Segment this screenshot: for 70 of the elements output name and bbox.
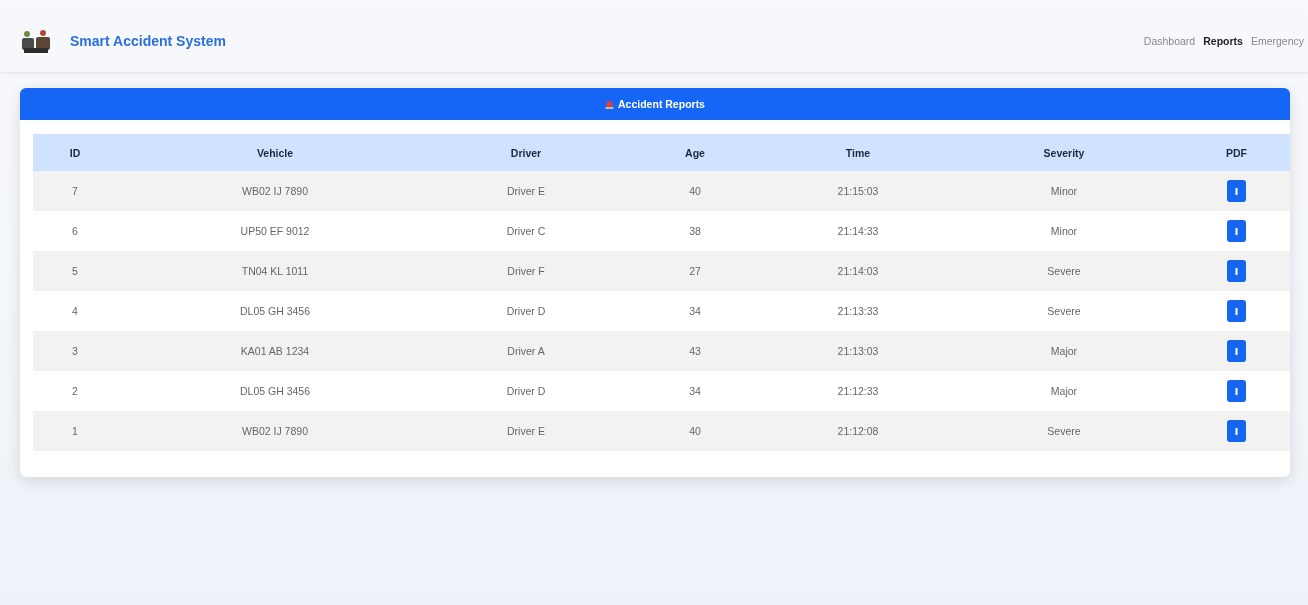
table-cell: 21:12:33 xyxy=(837,385,879,397)
column-header: Severity xyxy=(945,134,1183,171)
table-cell: 5 xyxy=(72,265,78,277)
table-cell: 21:14:33 xyxy=(837,225,879,237)
table-cell: Severe xyxy=(1047,425,1081,437)
bar-icon xyxy=(1235,426,1238,436)
table-cell: 40 xyxy=(689,425,701,437)
nav-link[interactable]: Dashboard xyxy=(1143,31,1196,51)
column-header: Driver xyxy=(433,134,619,171)
app-title: Smart Accident System xyxy=(70,33,226,49)
table-cell: Major xyxy=(1050,345,1078,357)
table-cell: DL05 GH 3456 xyxy=(239,385,310,397)
pdf-download-button[interactable] xyxy=(1227,220,1246,242)
nav-link[interactable]: Emergency xyxy=(1250,31,1304,51)
table-cell: 21:14:03 xyxy=(837,265,879,277)
table-cell: 3 xyxy=(72,345,78,357)
column-header: Vehicle xyxy=(117,134,433,171)
table-cell: Driver C xyxy=(506,225,546,237)
table-cell: 4 xyxy=(72,305,78,317)
table-cell: 43 xyxy=(689,345,701,357)
table-cell: 2 xyxy=(72,385,78,397)
table-cell: Driver A xyxy=(507,345,545,357)
bar-icon xyxy=(1235,346,1238,356)
table-cell: Driver E xyxy=(507,185,545,197)
table-cell: 21:13:33 xyxy=(837,305,879,317)
table-cell: 34 xyxy=(689,385,701,397)
table-cell: 34 xyxy=(689,305,701,317)
table-cell: 7 xyxy=(72,185,78,197)
table-cell: Minor xyxy=(1050,225,1078,237)
bar-icon xyxy=(1235,186,1238,196)
pdf-download-button[interactable] xyxy=(1227,380,1246,402)
table-cell: 1 xyxy=(72,425,78,437)
table-cell: Severe xyxy=(1047,265,1081,277)
card-title: Accident Reports xyxy=(618,98,705,110)
siren-icon xyxy=(605,99,615,109)
table-cell: WB02 IJ 7890 xyxy=(242,185,308,197)
table-cell: Driver F xyxy=(507,265,545,277)
table-cell: 21:15:03 xyxy=(837,185,879,197)
table-cell: TN04 KL 1011 xyxy=(241,265,309,277)
table-cell: Severe xyxy=(1047,305,1081,317)
pdf-download-button[interactable] xyxy=(1227,300,1246,322)
table-cell: 27 xyxy=(689,265,701,277)
column-header: ID xyxy=(33,134,117,171)
table-cell: KA01 AB 1234 xyxy=(240,345,310,357)
table-cell: 21:12:08 xyxy=(837,425,879,437)
bar-icon xyxy=(1235,386,1238,396)
table-cell: Driver D xyxy=(506,305,546,317)
pdf-download-button[interactable] xyxy=(1227,340,1246,362)
column-header: PDF xyxy=(1183,134,1290,171)
column-header: Time xyxy=(771,134,945,171)
pdf-download-button[interactable] xyxy=(1227,180,1246,202)
table-cell: 21:13:03 xyxy=(837,345,879,357)
bar-icon xyxy=(1235,306,1238,316)
table-cell: UP50 EF 9012 xyxy=(240,225,310,237)
column-header: Age xyxy=(619,134,771,171)
bar-icon xyxy=(1235,226,1238,236)
nav-link[interactable]: Reports xyxy=(1203,31,1243,51)
table-cell: Major xyxy=(1050,385,1078,397)
bar-icon xyxy=(1235,266,1238,276)
pdf-download-button[interactable] xyxy=(1227,420,1246,442)
table-cell: Driver D xyxy=(506,385,546,397)
table-cell: 6 xyxy=(72,225,78,237)
pdf-download-button[interactable] xyxy=(1227,260,1246,282)
logo-icon xyxy=(20,28,52,54)
table-cell: Driver E xyxy=(507,425,545,437)
table-cell: Minor xyxy=(1050,185,1078,197)
table-cell: DL05 GH 3456 xyxy=(239,305,310,317)
table-cell: WB02 IJ 7890 xyxy=(242,425,308,437)
table-cell: 40 xyxy=(689,185,701,197)
table-cell: 38 xyxy=(689,225,701,237)
